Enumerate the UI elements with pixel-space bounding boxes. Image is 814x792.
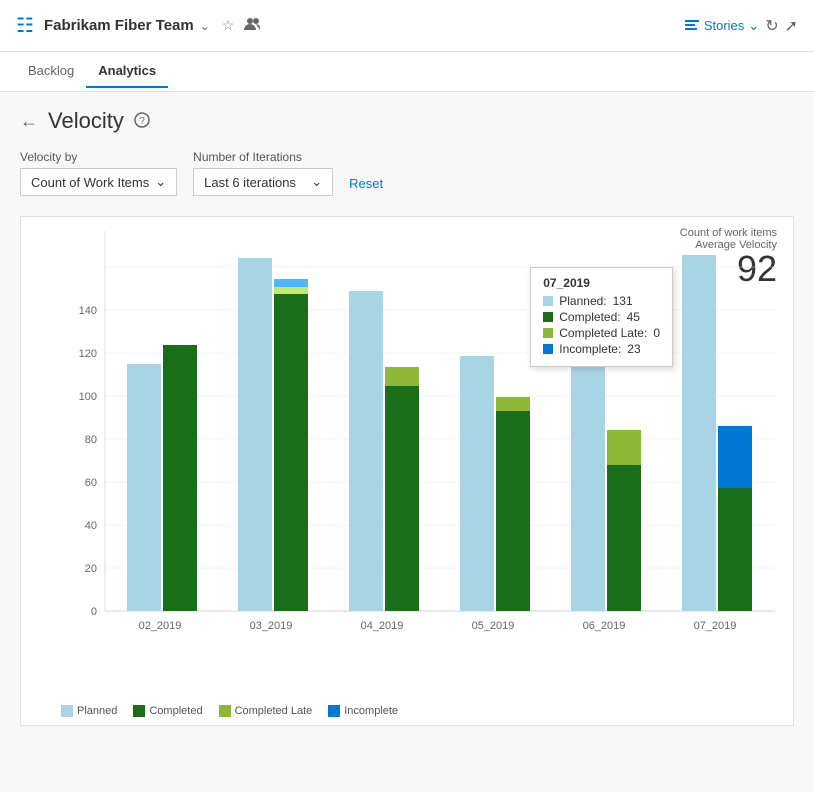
legend-incomplete-label: Incomplete	[344, 705, 398, 717]
refresh-button[interactable]: ↻	[765, 16, 778, 36]
legend-completed-label: Completed	[149, 705, 202, 717]
chart-svg: 0 20 40 60 80 100 120 140 02_2019 03_201…	[65, 231, 795, 651]
bar-03-planned	[238, 258, 272, 611]
tooltip-completed-label: Completed:	[559, 310, 620, 324]
svg-text:04_2019: 04_2019	[361, 620, 404, 632]
svg-text:120: 120	[79, 348, 97, 360]
svg-text:80: 80	[85, 434, 97, 446]
tooltip-incomplete-row: Incomplete: 23	[543, 342, 660, 356]
tooltip-incomplete-value: 23	[627, 342, 640, 356]
help-icon[interactable]: ?	[134, 112, 150, 131]
bar-04-completed-late	[385, 367, 419, 386]
tooltip-planned-value: 131	[613, 294, 633, 308]
svg-text:05_2019: 05_2019	[472, 620, 515, 632]
stories-label: Stories	[704, 18, 744, 33]
svg-text:0: 0	[91, 606, 97, 618]
bar-02-planned	[127, 364, 161, 611]
tooltip-completed-color	[543, 312, 553, 322]
legend-completed-late-label: Completed Late	[235, 705, 313, 717]
velocity-by-chevron-icon: ⌄	[155, 174, 166, 190]
legend-planned-label: Planned	[77, 705, 117, 717]
bar-07-incomplete	[718, 426, 752, 488]
velocity-by-label: Velocity by	[20, 150, 177, 164]
bar-03-incomplete	[274, 279, 308, 287]
bar-03-completed-late	[274, 286, 308, 294]
tooltip-completed-late-label: Completed Late:	[559, 326, 647, 340]
velocity-by-group: Velocity by Count of Work Items ⌄	[20, 150, 177, 196]
stories-chevron-icon: ⌄	[748, 18, 759, 34]
tooltip-completed-row: Completed: 45	[543, 310, 660, 324]
bar-07-completed	[718, 488, 752, 611]
header: ☷ Fabrikam Fiber Team ⌄ ☆ Stories ⌄ ↻ ➚	[0, 0, 814, 52]
iterations-chevron-icon: ⌄	[311, 174, 322, 190]
svg-text:100: 100	[79, 391, 97, 403]
svg-text:140: 140	[79, 305, 97, 317]
bar-07-planned	[682, 255, 716, 611]
back-button[interactable]: ←	[20, 111, 38, 132]
tooltip-completed-late-row: Completed Late: 0	[543, 326, 660, 340]
bar-05-completed	[496, 411, 530, 611]
controls-bar: Velocity by Count of Work Items ⌄ Number…	[20, 150, 794, 196]
tooltip-incomplete-label: Incomplete:	[559, 342, 621, 356]
iterations-label: Number of Iterations	[193, 150, 333, 164]
legend-planned-color	[61, 705, 73, 717]
tab-backlog[interactable]: Backlog	[16, 55, 86, 88]
bar-02-completed	[163, 345, 197, 611]
tooltip-completed-late-value: 0	[653, 326, 660, 340]
svg-text:03_2019: 03_2019	[250, 620, 293, 632]
chart-container: Count of work items Average Velocity 92 …	[20, 216, 794, 726]
bar-06-planned	[571, 364, 605, 611]
velocity-by-value: Count of Work Items	[31, 175, 149, 190]
svg-text:?: ?	[139, 116, 145, 127]
bar-06-completed	[607, 465, 641, 611]
iterations-value: Last 6 iterations	[204, 175, 296, 190]
legend-completed: Completed	[133, 705, 202, 717]
tooltip-planned-color	[543, 296, 553, 306]
tooltip-planned-label: Planned:	[559, 294, 606, 308]
svg-text:60: 60	[85, 477, 97, 489]
stories-button[interactable]: Stories ⌄	[684, 18, 759, 34]
favorite-star-icon[interactable]: ☆	[222, 17, 235, 34]
legend-incomplete: Incomplete	[328, 705, 398, 717]
svg-text:20: 20	[85, 563, 97, 575]
bar-04-completed	[385, 386, 419, 611]
bar-05-planned	[460, 356, 494, 611]
bar-03-completed	[274, 291, 308, 611]
header-right: Stories ⌄ ↻ ➚	[684, 16, 798, 36]
bar-06-completed-late	[607, 430, 641, 465]
tooltip-completed-late-color	[543, 328, 553, 338]
velocity-header: ← Velocity ?	[20, 108, 794, 134]
svg-text:06_2019: 06_2019	[583, 620, 626, 632]
svg-text:40: 40	[85, 520, 97, 532]
tab-analytics[interactable]: Analytics	[86, 55, 168, 88]
chart-legend: Planned Completed Completed Late Incompl…	[61, 705, 398, 717]
people-icon[interactable]	[244, 17, 262, 34]
bar-04-planned	[349, 291, 383, 611]
velocity-by-dropdown[interactable]: Count of Work Items ⌄	[20, 168, 177, 196]
legend-incomplete-color	[328, 705, 340, 717]
legend-planned: Planned	[61, 705, 117, 717]
tooltip-planned-row: Planned: 131	[543, 294, 660, 308]
tooltip-incomplete-color	[543, 344, 553, 354]
tooltip-title: 07_2019	[543, 276, 660, 290]
team-title: Fabrikam Fiber Team	[44, 17, 194, 34]
app-icon: ☷	[16, 13, 34, 38]
tooltip-completed-value: 45	[627, 310, 640, 324]
svg-text:02_2019: 02_2019	[139, 620, 182, 632]
svg-text:07_2019: 07_2019	[694, 620, 737, 632]
nav-tabs: Backlog Analytics	[0, 52, 814, 92]
page-title: Velocity	[48, 108, 124, 134]
legend-completed-color	[133, 705, 145, 717]
expand-button[interactable]: ➚	[785, 16, 798, 36]
legend-completed-late-color	[219, 705, 231, 717]
iterations-group: Number of Iterations Last 6 iterations ⌄	[193, 150, 333, 196]
bar-05-completed-late	[496, 397, 530, 411]
chart-tooltip: 07_2019 Planned: 131 Completed: 45 Compl…	[530, 267, 673, 367]
team-chevron-icon: ⌄	[200, 19, 210, 33]
reset-button[interactable]: Reset	[349, 171, 383, 196]
main-content: ← Velocity ? Velocity by Count of Work I…	[0, 92, 814, 792]
legend-completed-late: Completed Late	[219, 705, 313, 717]
iterations-dropdown[interactable]: Last 6 iterations ⌄	[193, 168, 333, 196]
